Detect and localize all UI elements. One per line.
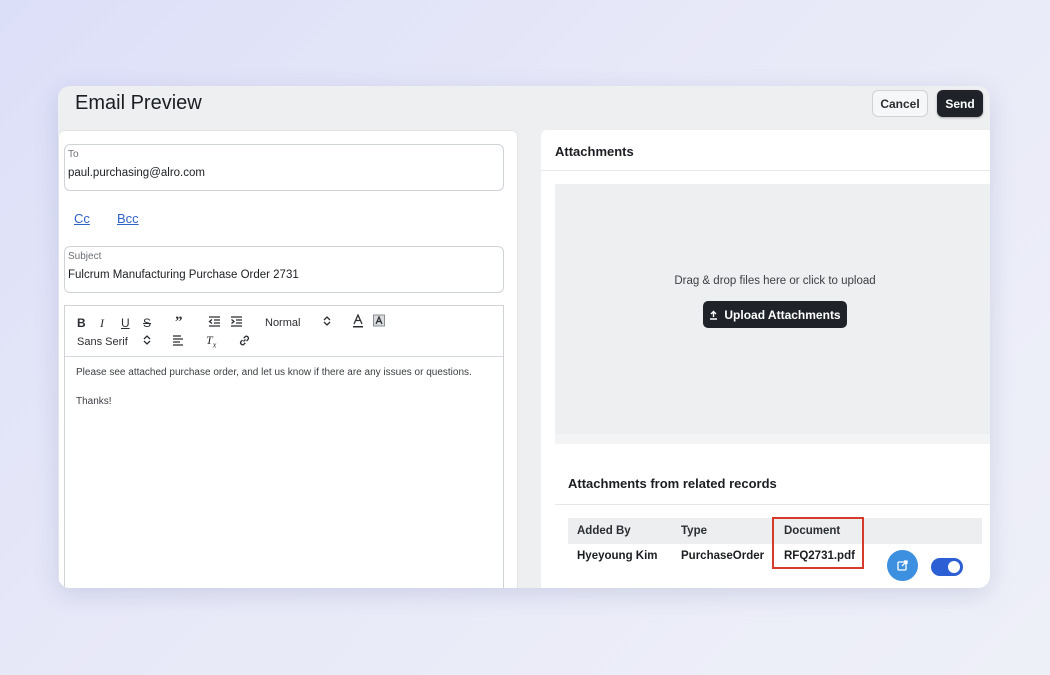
window-title: Email Preview	[75, 92, 202, 114]
open-document-button[interactable]	[887, 550, 918, 581]
bold-icon[interactable]: B	[77, 316, 86, 330]
cell-added-by: Hyeyoung Kim	[577, 550, 658, 562]
cc-link[interactable]: Cc	[74, 211, 90, 226]
subject-field[interactable]: Subject Fulcrum Manufacturing Purchase O…	[64, 246, 504, 293]
rich-text-editor[interactable]: B I U S ” Normal Sans Serif Tx Please se…	[64, 305, 504, 588]
send-button[interactable]: Send	[937, 90, 983, 117]
font-family-select[interactable]: Sans Serif	[77, 335, 128, 349]
blockquote-icon[interactable]: ”	[175, 315, 183, 330]
to-value[interactable]: paul.purchasing@alro.com	[68, 167, 205, 179]
font-color-icon[interactable]	[352, 313, 364, 331]
highlight-color-icon[interactable]	[373, 314, 385, 331]
column-header-type: Type	[681, 525, 707, 537]
related-records-title: Attachments from related records	[568, 476, 777, 491]
select-arrows-icon[interactable]	[323, 315, 331, 330]
editor-body[interactable]: Please see attached purchase order, and …	[76, 366, 472, 424]
email-preview-window: Email Preview Cancel Send To paul.purcha…	[58, 86, 990, 588]
include-attachment-toggle[interactable]	[931, 558, 963, 576]
external-link-icon	[897, 560, 908, 571]
dropzone-text: Drag & drop files here or click to uploa…	[674, 275, 876, 287]
column-header-added-by: Added By	[577, 525, 631, 537]
divider	[541, 170, 990, 171]
subject-label: Subject	[68, 251, 102, 262]
italic-icon[interactable]: I	[100, 316, 104, 330]
cancel-button[interactable]: Cancel	[872, 90, 928, 117]
divider	[555, 504, 990, 505]
clear-format-glyph: T	[206, 333, 213, 347]
link-icon[interactable]	[238, 334, 251, 350]
subject-value[interactable]: Fulcrum Manufacturing Purchase Order 273…	[68, 269, 299, 281]
bcc-link[interactable]: Bcc	[117, 211, 139, 226]
cell-type: PurchaseOrder	[681, 550, 765, 562]
compose-panel: To paul.purchasing@alro.com Cc Bcc Subje…	[58, 130, 518, 588]
file-dropzone[interactable]: Drag & drop files here or click to uploa…	[555, 184, 990, 444]
font-size-select[interactable]: Normal	[265, 316, 300, 330]
attachments-panel: Attachments Drag & drop files here or cl…	[541, 130, 990, 588]
align-icon[interactable]	[172, 334, 184, 349]
underline-icon[interactable]: U	[121, 316, 130, 330]
clear-format-icon[interactable]: Tx	[206, 333, 216, 352]
select-arrows-icon[interactable]	[143, 334, 151, 349]
body-line: Please see attached purchase order, and …	[76, 367, 472, 378]
to-field[interactable]: To paul.purchasing@alro.com	[64, 144, 504, 191]
clear-format-sub: x	[212, 340, 217, 350]
body-line: Thanks!	[76, 396, 112, 407]
attachments-title: Attachments	[555, 144, 634, 159]
strikethrough-icon[interactable]: S	[143, 316, 151, 330]
to-label: To	[68, 149, 79, 160]
upload-attachments-button[interactable]: Upload Attachments	[703, 301, 847, 328]
upload-label: Upload Attachments	[724, 307, 841, 322]
upload-icon	[710, 310, 718, 320]
editor-toolbar: B I U S ” Normal Sans Serif Tx	[65, 306, 503, 357]
indent-icon[interactable]	[230, 315, 243, 331]
outdent-icon[interactable]	[208, 315, 221, 331]
toggle-knob	[948, 561, 960, 573]
document-highlight-box	[772, 517, 864, 569]
